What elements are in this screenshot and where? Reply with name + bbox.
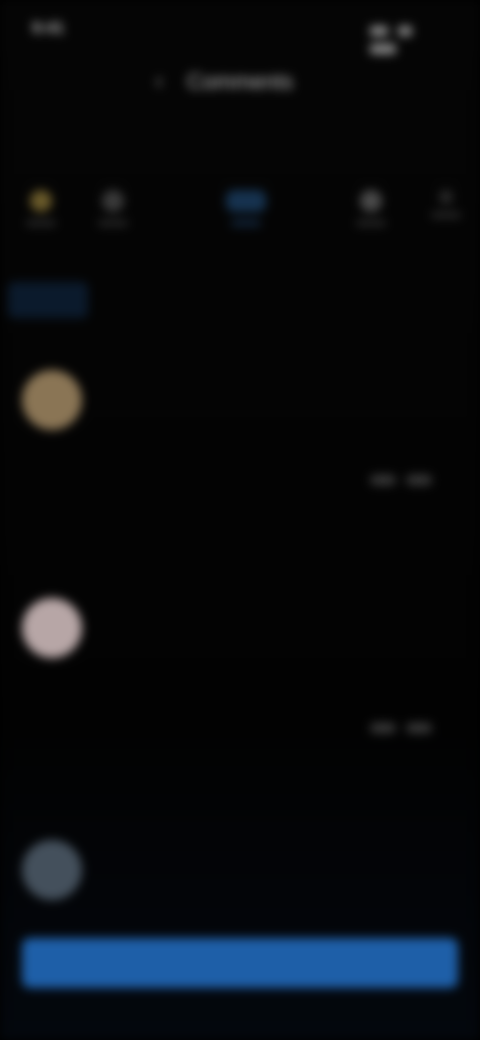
music-icon[interactable] (346, 184, 396, 240)
reply-icon[interactable] (406, 475, 432, 485)
back-icon[interactable]: ‹ (150, 70, 168, 92)
avatar[interactable] (22, 840, 82, 900)
like-icon[interactable] (370, 723, 396, 733)
star-icon[interactable] (16, 184, 66, 240)
avatar[interactable] (22, 598, 82, 658)
page-title: Comments (186, 69, 294, 94)
reply-icon[interactable] (406, 723, 432, 733)
post-actions (360, 720, 460, 740)
header: ‹ Comments (0, 60, 480, 104)
signal-icon (370, 25, 388, 36)
post-actions (360, 472, 460, 492)
status-time: 9:41 (32, 20, 65, 37)
status-bar: 9:41 (0, 14, 480, 54)
battery-icon (370, 43, 396, 54)
video-icon[interactable] (206, 184, 286, 240)
photo-icon[interactable] (88, 184, 138, 240)
tab-bar (0, 282, 480, 318)
status-icons (364, 22, 444, 54)
tab-indicator (8, 282, 88, 318)
more-icon[interactable] (421, 184, 471, 240)
avatar[interactable] (22, 370, 82, 430)
wifi-icon (398, 25, 413, 36)
media-row (16, 184, 464, 244)
app-screen: 9:41 ‹ Comments (0, 0, 480, 1040)
like-icon[interactable] (370, 475, 396, 485)
primary-action-button[interactable] (22, 938, 458, 988)
